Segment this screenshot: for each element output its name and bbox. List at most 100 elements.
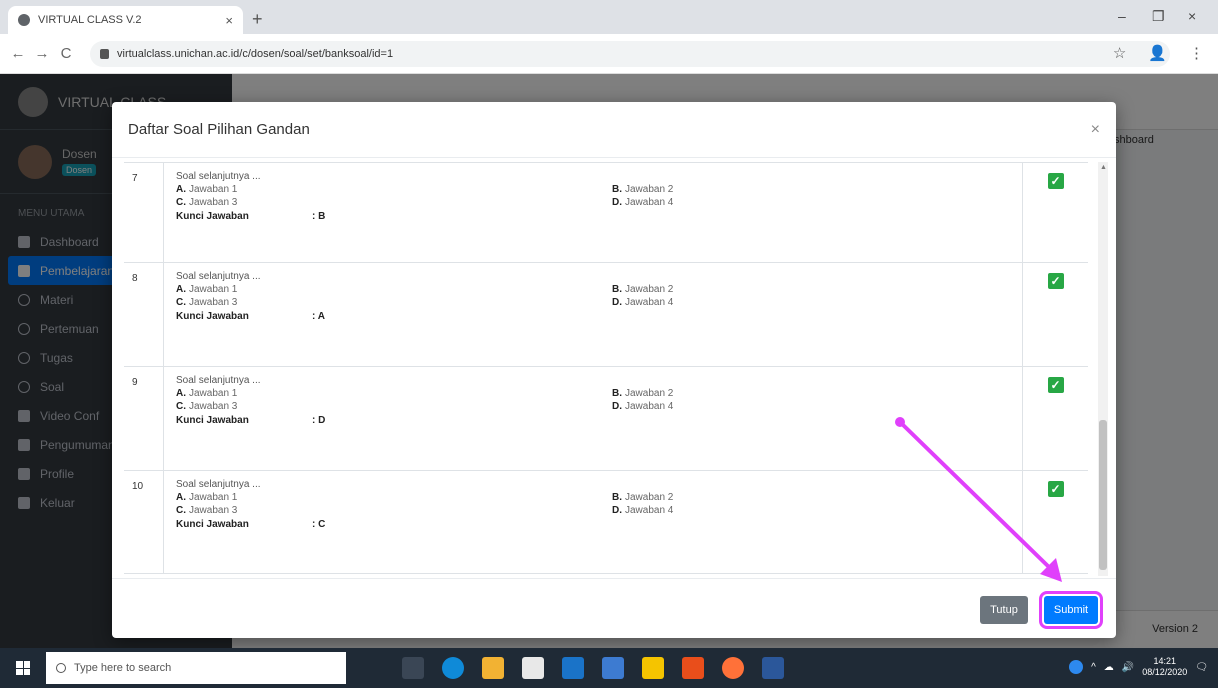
checkbox-checked-icon[interactable]: ✓	[1047, 273, 1064, 289]
checkbox-checked-icon[interactable]: ✓	[1047, 173, 1064, 189]
answer-key-value: : B	[312, 211, 326, 222]
answer-key-value: : A	[312, 311, 325, 322]
option-d: D. Jawaban 4	[612, 401, 1022, 412]
chrome-icon[interactable]	[682, 657, 704, 679]
option-b: B. Jawaban 2	[612, 492, 1022, 503]
system-tray: ^ ☁ 🔊 14:21 08/12/2020 🗨	[1069, 656, 1208, 678]
close-icon[interactable]: ×	[1091, 121, 1100, 139]
scroll-up-icon[interactable]: ▲	[1100, 164, 1107, 171]
close-button[interactable]: Tutup	[980, 596, 1028, 624]
taskbar-search[interactable]: Type here to search	[46, 652, 346, 684]
option-text: Jawaban 2	[625, 184, 674, 195]
option-a: A. Jawaban 1	[176, 388, 612, 399]
option-text: Jawaban 3	[189, 197, 238, 208]
option-letter: A.	[176, 388, 186, 399]
question-number: 7	[124, 163, 164, 262]
option-text: Jawaban 2	[625, 388, 674, 399]
option-c: C. Jawaban 3	[176, 197, 612, 208]
option-letter: D.	[612, 197, 622, 208]
windows-taskbar: Type here to search ^ ☁ 🔊 14:21 08/12/20…	[0, 648, 1218, 688]
question-text: Soal selanjutnya ...	[176, 375, 261, 386]
option-a: A. Jawaban 1	[176, 284, 612, 295]
restore-icon[interactable]: ❐	[1152, 8, 1165, 25]
clock-date: 08/12/2020	[1142, 667, 1188, 677]
app-icon[interactable]	[642, 657, 664, 679]
mail-icon[interactable]	[562, 657, 584, 679]
option-letter: B.	[612, 388, 622, 399]
url-field[interactable]: virtualclass.unichan.ac.id/c/dosen/soal/…	[90, 40, 1170, 67]
modal-footer: Tutup Submit	[112, 578, 1116, 638]
reload-icon[interactable]: C	[54, 45, 78, 62]
profile-icon[interactable]: 👤	[1148, 44, 1167, 62]
help-icon[interactable]	[1069, 660, 1084, 674]
option-c: C. Jawaban 3	[176, 505, 612, 516]
lock-icon	[100, 48, 109, 59]
minimize-icon[interactable]: –	[1118, 8, 1126, 24]
question-row: 9 Soal selanjutnya ... A. Jawaban 1 B. Jaw…	[124, 366, 1088, 470]
scrollbar-thumb[interactable]	[1099, 420, 1107, 570]
option-text: Jawaban 3	[189, 401, 238, 412]
tab-title: VIRTUAL CLASS V.2	[38, 14, 142, 26]
chevron-up-icon[interactable]: ^	[1091, 662, 1096, 673]
globe-icon	[18, 14, 30, 26]
forward-icon[interactable]: →	[30, 45, 54, 62]
close-tab-icon[interactable]: ×	[225, 13, 233, 28]
answer-key-label: Kunci Jawaban	[176, 519, 249, 530]
option-d: D. Jawaban 4	[612, 197, 1022, 208]
option-text: Jawaban 2	[625, 284, 674, 295]
option-letter: B.	[612, 184, 622, 195]
firefox-icon[interactable]	[722, 657, 744, 679]
question-row: 8 Soal selanjutnya ... A. Jawaban 1 B. Jaw…	[124, 262, 1088, 366]
question-number: 8	[124, 263, 164, 366]
option-text: Jawaban 1	[189, 184, 238, 195]
option-text: Jawaban 1	[189, 284, 238, 295]
browser-menu-icon[interactable]: ⋮	[1189, 44, 1204, 62]
option-text: Jawaban 1	[189, 388, 238, 399]
answer-key-label: Kunci Jawaban	[176, 415, 249, 426]
back-icon[interactable]: ←	[6, 45, 30, 62]
option-letter: C.	[176, 505, 186, 516]
modal-title: Daftar Soal Pilihan Gandan	[128, 121, 310, 138]
file-explorer-icon[interactable]	[482, 657, 504, 679]
option-c: C. Jawaban 3	[176, 297, 612, 308]
notification-icon[interactable]: 🗨	[1195, 662, 1208, 673]
option-d: D. Jawaban 4	[612, 297, 1022, 308]
option-letter: B.	[612, 284, 622, 295]
checkbox-checked-icon[interactable]: ✓	[1047, 481, 1064, 497]
option-letter: B.	[612, 492, 622, 503]
browser-tab[interactable]: VIRTUAL CLASS V.2 ×	[8, 6, 243, 34]
question-number: 9	[124, 367, 164, 470]
new-tab-button[interactable]: +	[252, 9, 263, 30]
option-letter: D.	[612, 505, 622, 516]
volume-icon[interactable]: 🔊	[1122, 662, 1134, 673]
clock[interactable]: 14:21 08/12/2020	[1142, 656, 1187, 678]
task-view-icon[interactable]	[402, 657, 424, 679]
option-letter: C.	[176, 197, 186, 208]
question-text: Soal selanjutnya ...	[176, 171, 261, 182]
question-text: Soal selanjutnya ...	[176, 271, 261, 282]
close-window-icon[interactable]: ×	[1188, 8, 1196, 24]
modal-scrollbar[interactable]: ▲	[1098, 162, 1108, 576]
browser-tabbar: VIRTUAL CLASS V.2 × + – ❐ ×	[0, 0, 1218, 34]
option-a: A. Jawaban 1	[176, 492, 612, 503]
word-icon[interactable]	[762, 657, 784, 679]
checkbox-checked-icon[interactable]: ✓	[1047, 377, 1064, 393]
answer-key-value: : C	[312, 519, 326, 530]
option-text: Jawaban 3	[189, 505, 238, 516]
question-row: 10 Soal selanjutnya ... A. Jawaban 1 B. Ja…	[124, 470, 1088, 574]
start-button[interactable]	[0, 648, 46, 688]
network-icon[interactable]: ☁	[1104, 662, 1114, 673]
option-letter: D.	[612, 401, 622, 412]
bookmark-star-icon[interactable]: ☆	[1113, 44, 1126, 62]
answer-key-value: : D	[312, 415, 326, 426]
submit-button[interactable]: Submit	[1039, 591, 1103, 629]
answer-key-label: Kunci Jawaban	[176, 311, 249, 322]
modal-body: 7 Soal selanjutnya ... A. Jawaban 1 B. Jaw…	[112, 158, 1116, 578]
edge-icon[interactable]	[442, 657, 464, 679]
clock-time: 14:21	[1153, 656, 1177, 666]
option-b: B. Jawaban 2	[612, 388, 1022, 399]
dropbox-icon[interactable]	[602, 657, 624, 679]
url-text: virtualclass.unichan.ac.id/c/dosen/soal/…	[117, 47, 394, 60]
option-letter: C.	[176, 401, 186, 412]
store-icon[interactable]	[522, 657, 544, 679]
